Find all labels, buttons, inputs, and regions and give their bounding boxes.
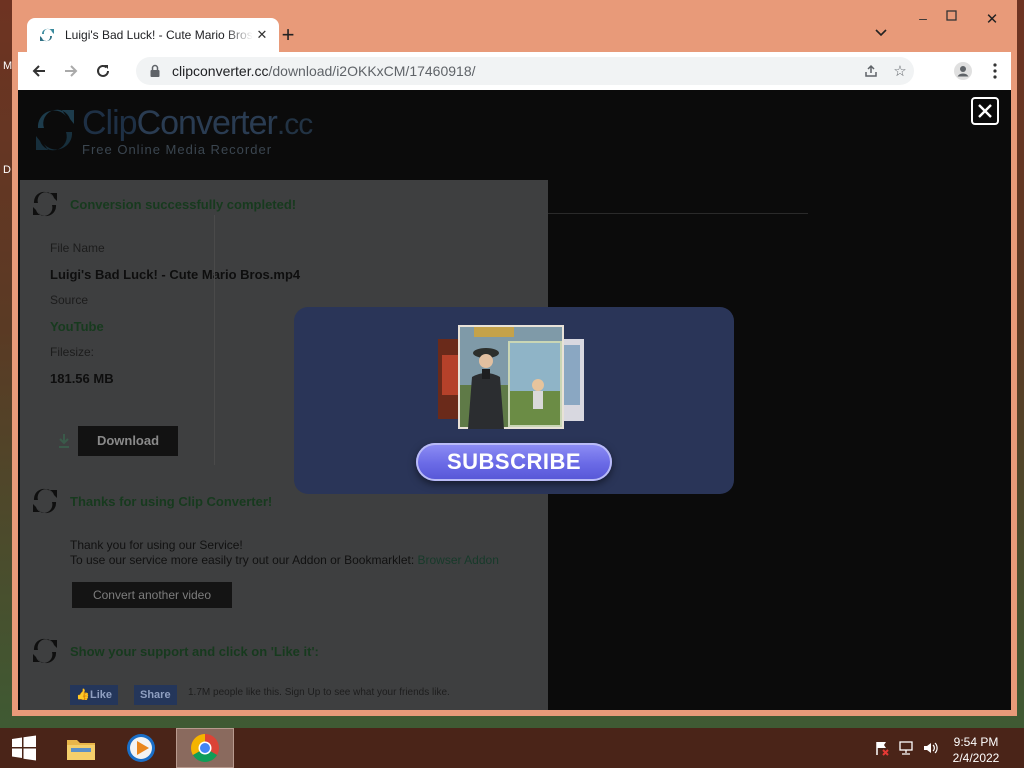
tab-search-chevron-icon[interactable]: [875, 26, 887, 40]
thanks-line-2-text: To use our service more easily try out o…: [70, 553, 418, 567]
page-content: ClipConverter.cc Free Online Media Recor…: [18, 90, 1011, 710]
reload-icon: [97, 64, 109, 77]
network-icon[interactable]: [898, 740, 914, 756]
file-name-value: Luigi's Bad Luck! - Cute Mario Bros.mp4: [50, 267, 301, 282]
conversion-success-title: Conversion successfully completed!: [70, 197, 297, 212]
maximize-button[interactable]: [940, 8, 962, 24]
back-button[interactable]: [26, 58, 52, 84]
clock-date: 2/4/2022: [952, 751, 1000, 765]
site-logo[interactable]: ClipConverter.cc Free Online Media Recor…: [34, 104, 313, 157]
minimize-button[interactable]: –: [912, 10, 934, 26]
back-arrow-icon: [32, 65, 45, 77]
desktop-label-d: D: [3, 164, 11, 176]
logo-part-1: Clip: [82, 104, 138, 142]
url-text: clipconverter.cc/download/i2OKKxCM/17460…: [172, 63, 476, 79]
chrome-icon: [191, 734, 219, 762]
volume-icon[interactable]: [922, 740, 938, 756]
taskbar-clock[interactable]: 9:54 PM 2/4/2022: [946, 734, 1006, 766]
lock-icon: [150, 64, 160, 77]
window-close-button[interactable]: ✕: [972, 8, 1012, 32]
browser-menu-button[interactable]: [982, 58, 1008, 84]
filesize-label: Filesize:: [50, 345, 95, 359]
logo-tagline: Free Online Media Recorder: [82, 142, 273, 157]
clipconverter-logo-icon: [36, 109, 74, 151]
sync-arrows-icon: [33, 488, 57, 514]
subscribe-button[interactable]: SUBSCRIBE: [416, 443, 612, 481]
browser-toolbar: clipconverter.cc/download/i2OKKxCM/17460…: [18, 52, 1011, 90]
forward-button[interactable]: [58, 58, 84, 84]
browser-window: Luigi's Bad Luck! - Cute Mario Bros.mp4 …: [12, 0, 1017, 716]
game-thumbnail-collage-image: [438, 325, 584, 429]
taskbar-file-explorer[interactable]: [58, 728, 104, 768]
forward-arrow-icon: [65, 65, 78, 77]
url-path: /download/i2OKKxCM/17460918/: [268, 63, 476, 79]
browser-addon-link[interactable]: Browser Addon: [418, 553, 499, 567]
logo-part-3: .cc: [276, 108, 313, 141]
facebook-like-label: Like: [90, 689, 113, 701]
logo-wordmark: ClipConverter.cc: [82, 104, 313, 144]
browser-tab[interactable]: Luigi's Bad Luck! - Cute Mario Bros.mp4 …: [27, 18, 279, 52]
tab-title: Luigi's Bad Luck! - Cute Mario Bros.mp4: [65, 28, 253, 42]
url-host: clipconverter.cc: [172, 63, 269, 79]
thumbs-up-icon: 👍: [76, 689, 90, 701]
windows-logo-icon: [12, 735, 36, 761]
share-icon[interactable]: [862, 62, 880, 80]
download-arrow-icon: [59, 434, 69, 448]
maximize-icon: [945, 10, 957, 21]
address-bar[interactable]: clipconverter.cc/download/i2OKKxCM/17460…: [136, 57, 914, 85]
sync-arrows-icon: [33, 191, 57, 217]
vertical-divider: [214, 215, 215, 465]
convert-another-video-button[interactable]: Convert another video: [72, 582, 232, 608]
bookmark-star-icon[interactable]: ☆: [891, 62, 909, 80]
source-value-link[interactable]: YouTube: [50, 319, 104, 334]
new-tab-button[interactable]: +: [278, 24, 298, 46]
windows-taskbar: [0, 728, 1024, 768]
kebab-menu-icon: [993, 63, 997, 79]
thanks-line-2: To use our service more easily try out o…: [70, 553, 499, 567]
facebook-like-count-text: 1.7M people like this. Sign Up to see wh…: [188, 687, 450, 698]
thanks-title: Thanks for using Clip Converter!: [70, 494, 273, 509]
reload-button[interactable]: [90, 58, 116, 84]
close-icon: [978, 104, 992, 118]
sync-arrows-icon: [33, 638, 57, 664]
desktop-label-m: M: [3, 60, 13, 72]
support-title: Show your support and click on 'Like it'…: [70, 644, 319, 659]
facebook-like-button[interactable]: 👍 Like: [70, 685, 119, 705]
filesize-value: 181.56 MB: [50, 371, 114, 386]
facebook-share-button[interactable]: Share: [134, 685, 177, 705]
profile-avatar-icon: [954, 62, 972, 80]
clipconverter-favicon-icon: [40, 28, 54, 42]
folder-icon: [67, 740, 95, 760]
thanks-line-1: Thank you for using our Service!: [70, 538, 243, 552]
logo-part-2: Converter: [136, 104, 278, 142]
tab-close-icon[interactable]: ✕: [253, 27, 271, 43]
media-player-icon: [127, 734, 155, 762]
start-button[interactable]: [0, 728, 48, 768]
subscribe-ad-popup[interactable]: SUBSCRIBE: [294, 307, 734, 494]
tab-strip: Luigi's Bad Luck! - Cute Mario Bros.mp4 …: [12, 0, 1017, 52]
download-button[interactable]: Download: [78, 426, 178, 456]
taskbar-media-player[interactable]: [118, 728, 164, 768]
clock-time: 9:54 PM: [953, 735, 999, 749]
profile-button[interactable]: [950, 58, 976, 84]
action-center-flag-icon[interactable]: [874, 740, 890, 756]
taskbar-chrome[interactable]: [176, 728, 234, 768]
file-name-label: File Name: [50, 241, 105, 255]
overlay-close-button[interactable]: [971, 97, 999, 125]
source-label: Source: [50, 293, 89, 307]
